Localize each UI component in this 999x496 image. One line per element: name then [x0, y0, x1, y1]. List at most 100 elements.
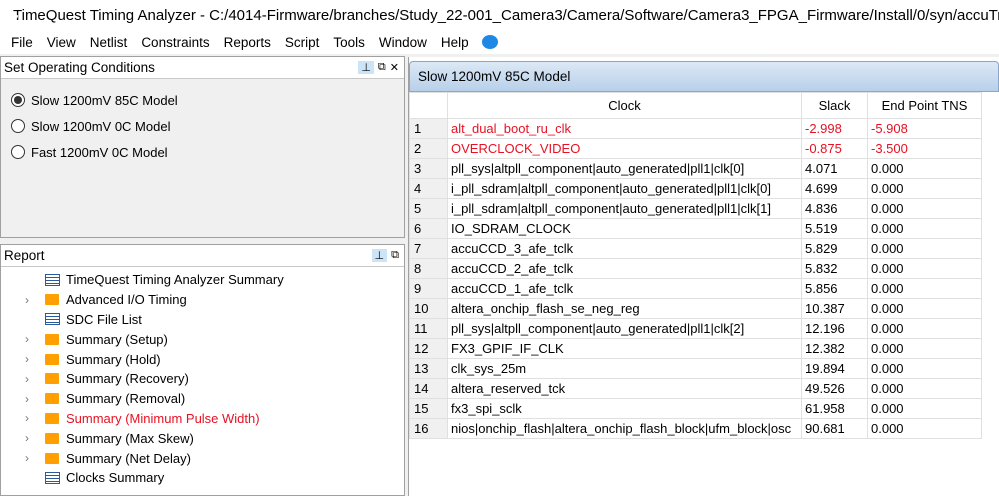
clock-name: accuCCD_1_afe_tclk	[447, 278, 802, 299]
menu-tools[interactable]: Tools	[326, 35, 372, 50]
tree-item[interactable]: TimeQuest Timing Analyzer Summary	[1, 270, 404, 290]
slack: 90.681	[801, 418, 868, 439]
table-row[interactable]: 13 clk_sys_25m 19.894 0.000	[409, 358, 982, 379]
menu-netlist[interactable]: Netlist	[83, 35, 135, 50]
folder-icon	[45, 432, 59, 444]
table-row[interactable]: 14 altera_reserved_tck 49.526 0.000	[409, 378, 982, 399]
slack: 49.526	[801, 378, 868, 399]
chevron-right-icon[interactable]: ›	[25, 392, 39, 406]
clock-name: OVERCLOCK_VIDEO	[447, 138, 802, 159]
help-chat-icon[interactable]	[481, 35, 498, 49]
row-number: 6	[409, 218, 448, 239]
table-row[interactable]: 7 accuCCD_3_afe_tclk 5.829 0.000	[409, 238, 982, 259]
tree-item-label: Advanced I/O Timing	[66, 292, 187, 308]
end-point-tns: 0.000	[867, 218, 982, 239]
end-point-tns: 0.000	[867, 338, 982, 359]
clock-name: IO_SDRAM_CLOCK	[447, 218, 802, 239]
tree-item-label: Summary (Max Skew)	[66, 430, 194, 446]
slack: 5.829	[801, 238, 868, 259]
clock-name: accuCCD_2_afe_tclk	[447, 258, 802, 279]
tree-item[interactable]: › Summary (Hold)	[1, 349, 404, 369]
chevron-right-icon[interactable]: ›	[25, 451, 39, 465]
end-point-tns: 0.000	[867, 278, 982, 299]
tree-item[interactable]: › Summary (Net Delay)	[1, 448, 404, 468]
chevron-right-icon[interactable]: ›	[25, 411, 39, 425]
radio-option[interactable]: Fast 1200mV 0C Model	[1, 139, 404, 165]
menu-script[interactable]: Script	[278, 35, 327, 50]
row-number: 9	[409, 278, 448, 299]
slack: 4.836	[801, 198, 868, 219]
panel-title: Report	[4, 248, 45, 263]
slack: 61.958	[801, 398, 868, 419]
folder-icon	[45, 373, 59, 385]
tree-item[interactable]: › Summary (Max Skew)	[1, 428, 404, 448]
folder-icon	[45, 452, 59, 464]
row-number: 4	[409, 178, 448, 199]
radio-option[interactable]: Slow 1200mV 0C Model	[1, 113, 404, 139]
tree-item[interactable]: Clocks Summary	[1, 468, 404, 488]
menu-help[interactable]: Help	[434, 35, 476, 50]
table-row[interactable]: 4 i_pll_sdram|altpll_component|auto_gener…	[409, 178, 982, 199]
menu-file[interactable]: File	[4, 35, 40, 50]
table-row[interactable]: 12 FX3_GPIF_IF_CLK 12.382 0.000	[409, 338, 982, 359]
table-row[interactable]: 6 IO_SDRAM_CLOCK 5.519 0.000	[409, 218, 982, 239]
tree-item[interactable]: › Summary (Setup)	[1, 329, 404, 349]
table-icon	[45, 313, 60, 326]
radio-button-icon[interactable]	[11, 93, 25, 107]
clock-name: pll_sys|altpll_component|auto_generated|…	[447, 318, 802, 339]
column-header-slack[interactable]: Slack	[801, 92, 868, 119]
chevron-right-icon[interactable]: ›	[25, 431, 39, 445]
table-row[interactable]: 11 pll_sys|altpll_component|auto_generate…	[409, 318, 982, 339]
tree-item[interactable]: › Summary (Minimum Pulse Width)	[1, 409, 404, 429]
close-icon[interactable]: ✕	[390, 61, 399, 74]
table-row[interactable]: 15 fx3_spi_sclk 61.958 0.000	[409, 398, 982, 419]
chevron-right-icon[interactable]: ›	[25, 352, 39, 366]
tab-result[interactable]: Slow 1200mV 85C Model	[409, 61, 999, 92]
table-row[interactable]: 10 altera_onchip_flash_se_neg_reg 10.387 0.…	[409, 298, 982, 319]
folder-icon	[45, 393, 59, 405]
chevron-right-icon[interactable]: ›	[25, 372, 39, 386]
operating-conditions-panel: Set Operating Conditions ⊥ ⧉ ✕ Slow 1200mV…	[0, 56, 405, 238]
table-row[interactable]: 8 accuCCD_2_afe_tclk 5.832 0.000	[409, 258, 982, 279]
tree-item[interactable]: › Advanced I/O Timing	[1, 290, 404, 310]
tab-label: Slow 1200mV 85C Model	[418, 69, 571, 84]
radio-option[interactable]: Slow 1200mV 85C Model	[1, 87, 404, 113]
tree-item[interactable]: SDC File List	[1, 310, 404, 330]
corner-header	[409, 92, 448, 119]
end-point-tns: 0.000	[867, 418, 982, 439]
table-row[interactable]: 5 i_pll_sdram|altpll_component|auto_gener…	[409, 198, 982, 219]
tree-item[interactable]: › Summary (Recovery)	[1, 369, 404, 389]
slack: -2.998	[801, 118, 868, 139]
menu-view[interactable]: View	[40, 35, 83, 50]
menu-reports[interactable]: Reports	[217, 35, 278, 50]
pin-icon[interactable]: ⊥	[358, 61, 374, 74]
folder-icon	[45, 294, 59, 306]
radio-button-icon[interactable]	[11, 119, 25, 133]
title-bar: TimeQuest Timing Analyzer - C:/4014-Firm…	[0, 0, 999, 30]
chevron-right-icon[interactable]: ›	[25, 332, 39, 346]
clock-name: altera_onchip_flash_se_neg_reg	[447, 298, 802, 319]
table-row[interactable]: 1 alt_dual_boot_ru_clk -2.998 -5.908	[409, 118, 982, 139]
menu-window[interactable]: Window	[372, 35, 434, 50]
radio-button-icon[interactable]	[11, 145, 25, 159]
clock-table: Clock Slack End Point TNS 1 alt_dual_boot…	[409, 92, 982, 439]
clock-name: fx3_spi_sclk	[447, 398, 802, 419]
chevron-right-icon[interactable]: ›	[25, 293, 39, 307]
float-icon[interactable]: ⧉	[391, 249, 399, 262]
slack: -0.875	[801, 138, 868, 159]
slack: 4.071	[801, 158, 868, 179]
clock-name: i_pll_sdram|altpll_component|auto_genera…	[447, 198, 802, 219]
table-row[interactable]: 16 nios|onchip_flash|altera_onchip_flash_…	[409, 418, 982, 439]
tree-item[interactable]: › Summary (Removal)	[1, 389, 404, 409]
menu-constraints[interactable]: Constraints	[134, 35, 216, 50]
pin-icon[interactable]: ⊥	[371, 249, 388, 262]
tree-item-label: SDC File List	[66, 311, 142, 327]
float-icon[interactable]: ⧉	[378, 61, 386, 74]
column-header-tns[interactable]: End Point TNS	[867, 92, 982, 119]
table-row[interactable]: 9 accuCCD_1_afe_tclk 5.856 0.000	[409, 278, 982, 299]
tree-item-label: Summary (Removal)	[66, 391, 186, 407]
table-row[interactable]: 3 pll_sys|altpll_component|auto_generated…	[409, 158, 982, 179]
table-row[interactable]: 2 OVERCLOCK_VIDEO -0.875 -3.500	[409, 138, 982, 159]
column-header-clock[interactable]: Clock	[447, 92, 802, 119]
slack: 12.382	[801, 338, 868, 359]
